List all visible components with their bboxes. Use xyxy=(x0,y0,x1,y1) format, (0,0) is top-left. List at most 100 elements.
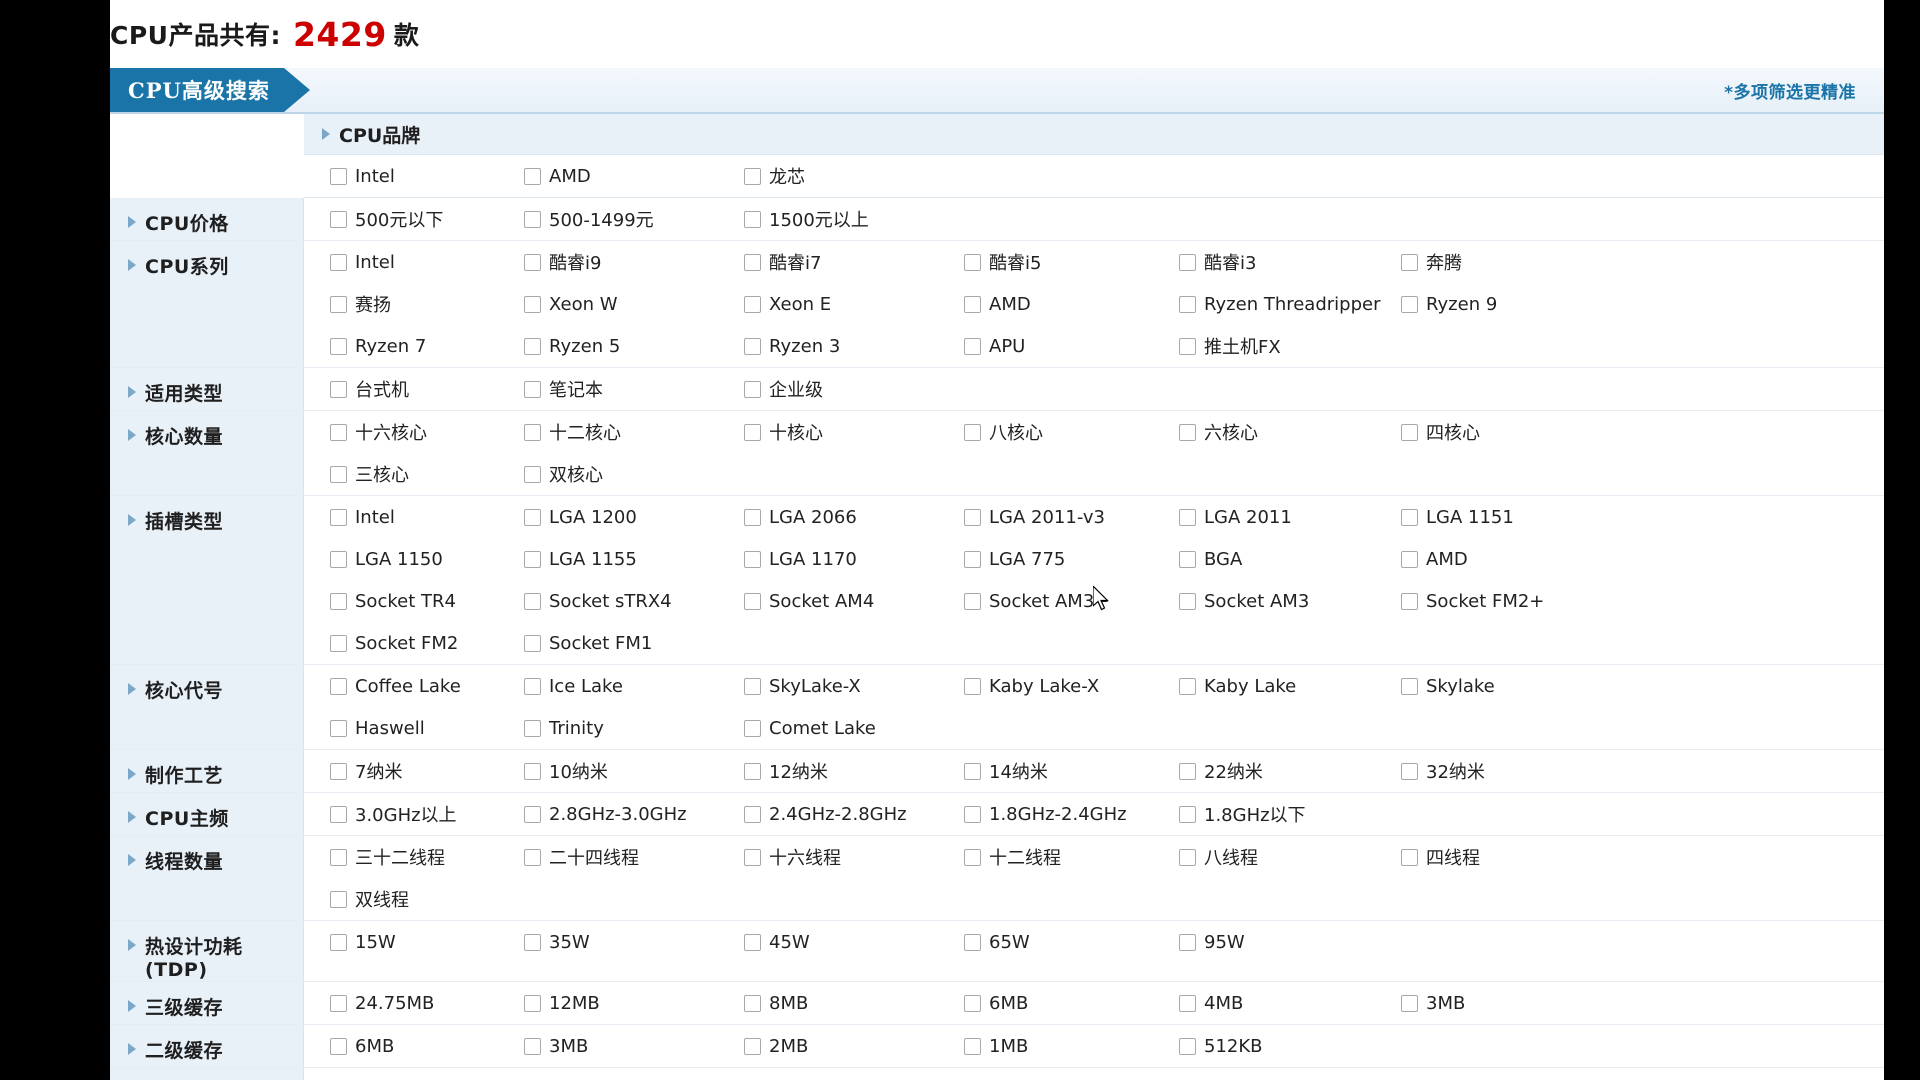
filter-group-label[interactable]: 核心代号 xyxy=(110,665,304,749)
checkbox-option[interactable]: 十核心 xyxy=(744,419,964,445)
checkbox-box[interactable] xyxy=(330,550,347,568)
filter-group-label[interactable]: 适用类型 xyxy=(110,368,304,410)
checkbox-option[interactable]: Comet Lake xyxy=(744,718,964,739)
checkbox-option[interactable]: Ryzen 5 xyxy=(524,336,744,357)
checkbox-option[interactable]: 酷睿i3 xyxy=(1179,249,1401,275)
filter-group-label[interactable]: 二级缓存 xyxy=(110,1025,304,1067)
checkbox-box[interactable] xyxy=(744,210,761,228)
checkbox-box[interactable] xyxy=(1401,253,1418,271)
checkbox-box[interactable] xyxy=(1179,337,1196,355)
checkbox-option[interactable]: Socket AM3+ xyxy=(964,591,1179,612)
checkbox-box[interactable] xyxy=(524,762,541,780)
checkbox-box[interactable] xyxy=(744,1037,761,1055)
checkbox-box[interactable] xyxy=(330,592,347,610)
checkbox-box[interactable] xyxy=(964,592,981,610)
checkbox-option[interactable]: SkyLake-X xyxy=(744,676,964,697)
checkbox-option[interactable]: 14纳米 xyxy=(964,758,1179,784)
checkbox-box[interactable] xyxy=(1401,423,1418,441)
checkbox-box[interactable] xyxy=(330,295,347,313)
checkbox-option[interactable]: 赛扬 xyxy=(304,291,524,317)
checkbox-box[interactable] xyxy=(524,848,541,866)
checkbox-box[interactable] xyxy=(330,380,347,398)
checkbox-box[interactable] xyxy=(1179,295,1196,313)
checkbox-option[interactable]: AMD xyxy=(1401,549,1651,570)
checkbox-option[interactable]: 六核心 xyxy=(1179,419,1401,445)
filter-group-label[interactable]: 三级缓存 xyxy=(110,982,304,1024)
checkbox-box[interactable] xyxy=(1401,550,1418,568)
checkbox-option[interactable]: 10纳米 xyxy=(524,758,744,784)
checkbox-option[interactable]: LGA 1151 xyxy=(1401,507,1651,528)
checkbox-option[interactable]: BGA xyxy=(1179,549,1401,570)
checkbox-box[interactable] xyxy=(744,762,761,780)
checkbox-box[interactable] xyxy=(744,337,761,355)
checkbox-option[interactable]: 45W xyxy=(744,932,964,953)
checkbox-option[interactable]: 24.75MB xyxy=(304,993,524,1014)
checkbox-option[interactable]: 企业级 xyxy=(744,376,964,402)
checkbox-box[interactable] xyxy=(964,933,981,951)
checkbox-option[interactable]: Kaby Lake-X xyxy=(964,676,1179,697)
checkbox-option[interactable]: Socket sTRX4 xyxy=(524,591,744,612)
checkbox-box[interactable] xyxy=(744,994,761,1012)
checkbox-box[interactable] xyxy=(964,1037,981,1055)
checkbox-box[interactable] xyxy=(524,550,541,568)
filter-group-label[interactable]: 核心数量 xyxy=(110,411,304,495)
checkbox-box[interactable] xyxy=(330,890,347,908)
checkbox-box[interactable] xyxy=(1179,805,1196,823)
checkbox-box[interactable] xyxy=(964,848,981,866)
checkbox-box[interactable] xyxy=(1179,550,1196,568)
checkbox-option[interactable]: 三十二线程 xyxy=(304,844,524,870)
checkbox-box[interactable] xyxy=(1401,592,1418,610)
checkbox-box[interactable] xyxy=(744,848,761,866)
checkbox-box[interactable] xyxy=(1401,848,1418,866)
checkbox-option[interactable]: Coffee Lake xyxy=(304,676,524,697)
checkbox-box[interactable] xyxy=(524,805,541,823)
checkbox-box[interactable] xyxy=(524,295,541,313)
checkbox-option[interactable]: 65W xyxy=(964,932,1179,953)
checkbox-option[interactable]: 笔记本 xyxy=(524,376,744,402)
checkbox-option[interactable]: Xeon E xyxy=(744,294,964,315)
checkbox-box[interactable] xyxy=(964,677,981,695)
filter-group-label[interactable]: 制作工艺 xyxy=(110,750,304,792)
checkbox-option[interactable]: 双核心 xyxy=(524,461,744,487)
checkbox-option[interactable]: 2.8GHz-3.0GHz xyxy=(524,804,744,825)
checkbox-option[interactable]: Socket FM1 xyxy=(524,633,744,654)
checkbox-option[interactable]: 6MB xyxy=(304,1036,524,1057)
checkbox-box[interactable] xyxy=(330,719,347,737)
checkbox-option[interactable]: 500-1499元 xyxy=(524,206,744,232)
checkbox-option[interactable]: 3.0GHz以上 xyxy=(304,801,524,827)
checkbox-box[interactable] xyxy=(524,167,541,185)
filter-group-label[interactable]: 集成显卡 xyxy=(110,1068,304,1080)
checkbox-option[interactable]: 22纳米 xyxy=(1179,758,1401,784)
checkbox-box[interactable] xyxy=(964,550,981,568)
filter-group-label[interactable]: 插槽类型 xyxy=(110,496,304,664)
checkbox-box[interactable] xyxy=(744,933,761,951)
checkbox-option[interactable]: 八核心 xyxy=(964,419,1179,445)
checkbox-box[interactable] xyxy=(1179,423,1196,441)
checkbox-box[interactable] xyxy=(744,167,761,185)
checkbox-option[interactable]: 台式机 xyxy=(304,376,524,402)
checkbox-option[interactable]: Intel xyxy=(304,166,524,187)
checkbox-box[interactable] xyxy=(330,1037,347,1055)
checkbox-option[interactable]: 四核心 xyxy=(1401,419,1651,445)
checkbox-option[interactable]: 否 xyxy=(524,1076,744,1080)
checkbox-option[interactable]: 32纳米 xyxy=(1401,758,1651,784)
checkbox-option[interactable]: Socket AM4 xyxy=(744,591,964,612)
checkbox-box[interactable] xyxy=(524,677,541,695)
checkbox-option[interactable]: LGA 1170 xyxy=(744,549,964,570)
checkbox-option[interactable]: AMD xyxy=(524,166,744,187)
checkbox-box[interactable] xyxy=(524,719,541,737)
checkbox-box[interactable] xyxy=(524,423,541,441)
section-header-brand[interactable]: CPU品牌 xyxy=(304,114,1884,155)
checkbox-box[interactable] xyxy=(1179,1037,1196,1055)
checkbox-box[interactable] xyxy=(1179,677,1196,695)
checkbox-option[interactable]: Skylake xyxy=(1401,676,1651,697)
checkbox-option[interactable]: 6MB xyxy=(964,993,1179,1014)
checkbox-box[interactable] xyxy=(330,253,347,271)
checkbox-box[interactable] xyxy=(524,634,541,652)
checkbox-option[interactable]: LGA 1155 xyxy=(524,549,744,570)
checkbox-box[interactable] xyxy=(330,805,347,823)
checkbox-option[interactable]: Ryzen Threadripper xyxy=(1179,294,1401,315)
checkbox-box[interactable] xyxy=(330,210,347,228)
checkbox-box[interactable] xyxy=(964,337,981,355)
checkbox-box[interactable] xyxy=(330,167,347,185)
